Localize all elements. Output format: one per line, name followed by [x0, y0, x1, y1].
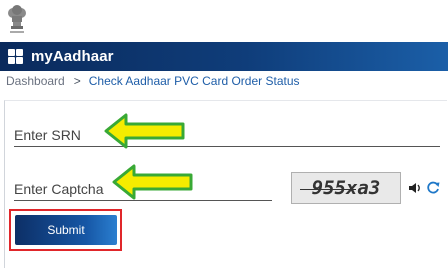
breadcrumb-separator: > [73, 74, 81, 88]
captcha-image: 955xa3 [291, 172, 401, 204]
captcha-placeholder: Enter Captcha [14, 181, 104, 197]
captcha-strike [300, 189, 356, 190]
top-header: myAadhaar [0, 42, 448, 71]
emblem-logo [4, 0, 30, 36]
breadcrumb-current: Check Aadhaar PVC Card Order Status [88, 74, 300, 88]
captcha-text: 955xa3 [311, 177, 381, 199]
srn-placeholder: Enter SRN [14, 127, 81, 143]
brand-title[interactable]: myAadhaar [31, 48, 114, 65]
refresh-captcha-icon[interactable] [426, 180, 440, 200]
breadcrumb-dashboard[interactable]: Dashboard [6, 74, 65, 88]
breadcrumb: Dashboard > Check Aadhaar PVC Card Order… [6, 73, 300, 89]
arrow-pointer-icon [112, 164, 194, 200]
menu-grid-icon[interactable] [8, 49, 23, 64]
arrow-pointer-icon [104, 113, 186, 149]
submit-button[interactable]: Submit [15, 215, 117, 245]
srn-input[interactable]: Enter SRN [14, 126, 440, 147]
audio-captcha-icon[interactable] [408, 181, 422, 200]
